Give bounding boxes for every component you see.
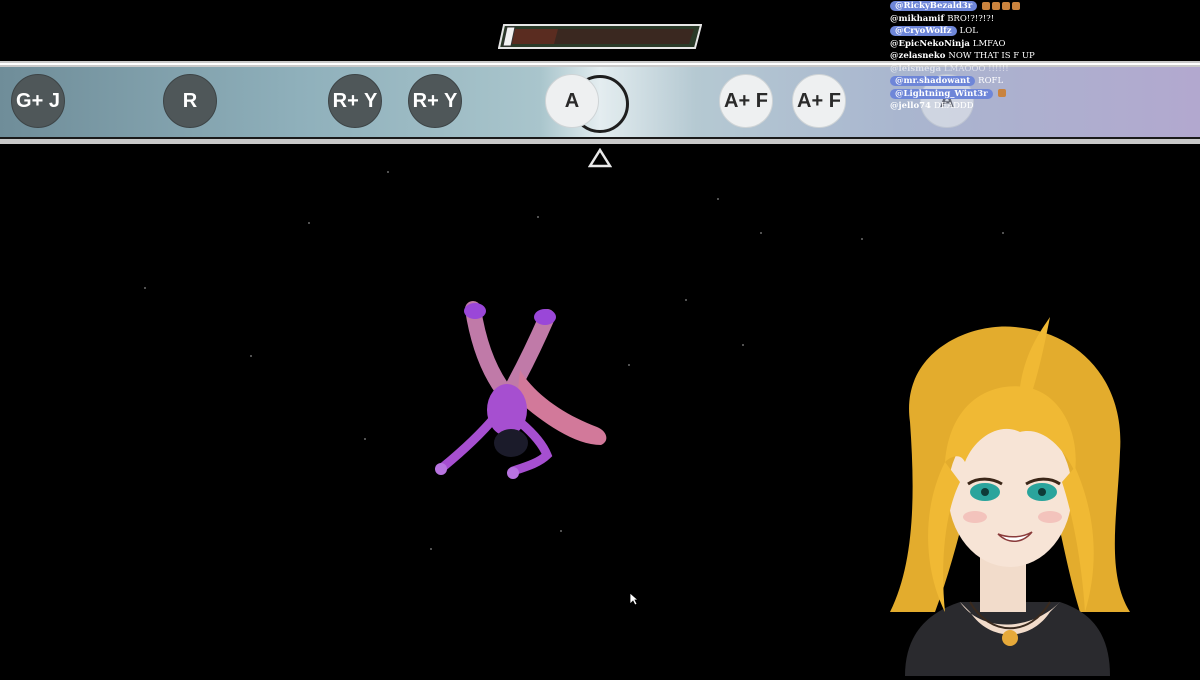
- note-key-combo: A: [545, 74, 599, 128]
- emote-icon: [982, 1, 991, 10]
- emote-icon: [997, 89, 1006, 97]
- chat-message: @zelasneko NOW THAT IS F UP: [890, 50, 1190, 63]
- chat-message: @leismega LMAOOO !!!!!!: [890, 63, 1190, 76]
- triangle-outline-icon: [587, 147, 613, 172]
- note-key-combo: A+ F: [719, 74, 773, 128]
- chat-text: LOL: [959, 26, 978, 36]
- chat-text: BRO!?!?!?!: [947, 13, 995, 24]
- chat-message: @EpicNekoNinja LMFAO: [890, 38, 1190, 51]
- chat-message: @RickyBezald3r: [890, 0, 1190, 13]
- note-label: A: [564, 89, 580, 112]
- health-meter: [498, 24, 702, 49]
- emote-icon: [1012, 1, 1021, 10]
- emote-icon: [992, 1, 1001, 10]
- chat-username: @mr.shadowant: [890, 76, 976, 86]
- note-label: G+ J: [16, 89, 60, 112]
- chat-message: @CryoWolfz LOL: [890, 25, 1190, 38]
- stream-chat: @RickyBezald3r @mikhamif BRO!?!?!?! @Cryo…: [890, 0, 1190, 113]
- emote-icon: [1002, 1, 1011, 10]
- chat-text: LMAOOO !!!!!!: [944, 63, 1009, 74]
- ragdoll-character: [425, 295, 625, 489]
- chat-message: @Lightning_Wint3r: [890, 88, 1190, 101]
- note-label: R: [182, 89, 198, 112]
- chat-message: @jello74 DEADDD: [890, 100, 1190, 113]
- note-key-combo: G+ J: [11, 74, 65, 128]
- chat-username: @CryoWolfz: [890, 26, 957, 36]
- note-key-combo: R: [163, 74, 217, 128]
- note-key-combo: R+ Y: [408, 74, 462, 128]
- mouse-pointer-icon: [629, 591, 640, 610]
- chat-username: @EpicNekoNinja: [890, 38, 970, 49]
- chat-username: @RickyBezald3r: [890, 1, 978, 11]
- chat-username: @zelasneko: [890, 51, 946, 61]
- chat-username: @mikhamif: [890, 13, 945, 24]
- chat-username: @Lightning_Wint3r: [890, 88, 993, 99]
- note-label: R+ Y: [412, 89, 458, 112]
- vtuber-avatar: [850, 312, 1170, 676]
- chat-username: @leismega: [890, 63, 942, 74]
- chat-message: @mr.shadowant ROFL: [890, 75, 1190, 88]
- chat-text: ROFL: [978, 76, 1004, 86]
- note-key-combo: A+ F: [792, 74, 846, 128]
- chat-username: @jello74: [890, 101, 931, 111]
- lane-bottom-rail: [0, 137, 1200, 144]
- note-label: A+ F: [797, 89, 841, 112]
- note-label: A+ F: [724, 89, 768, 112]
- note-label: R+ Y: [332, 89, 378, 112]
- chat-text: NOW THAT IS F UP: [948, 51, 1035, 61]
- chat-text: LMFAO: [972, 38, 1006, 49]
- chat-message: @mikhamif BRO!?!?!?!: [890, 13, 1190, 26]
- note-key-combo: R+ Y: [328, 74, 382, 128]
- chat-text: DEADDD: [933, 101, 974, 111]
